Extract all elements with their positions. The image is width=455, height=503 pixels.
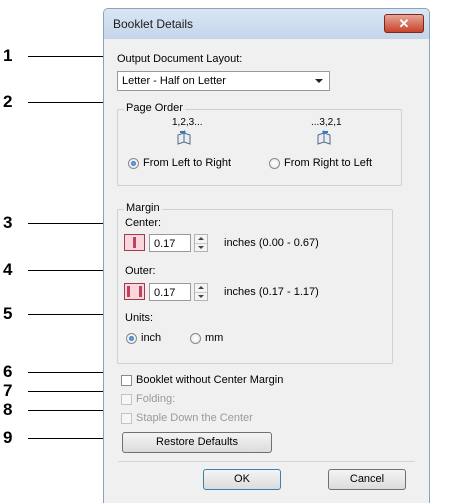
divider <box>118 461 415 462</box>
staple-label: Staple Down the Center <box>136 412 253 424</box>
booklet-no-center-margin-checkbox[interactable] <box>121 375 132 386</box>
unit-mm-radio[interactable] <box>190 333 201 344</box>
close-button[interactable]: ✕ <box>384 14 424 33</box>
callout-5: 5 <box>3 304 13 323</box>
callout-8: 8 <box>3 400 13 419</box>
page-order-legend: Page Order <box>124 102 185 114</box>
rtl-label[interactable]: From Right to Left <box>284 157 372 169</box>
outer-margin-value: 0.17 <box>154 287 176 299</box>
folding-label: Folding: <box>136 393 176 405</box>
callout-4: 4 <box>3 260 13 279</box>
center-margin-icon <box>124 234 145 251</box>
callout-3: 3 <box>3 213 13 232</box>
callout-7: 7 <box>3 381 13 400</box>
folding-checkbox[interactable] <box>121 394 132 405</box>
dialog-body: Output Document Layout: Letter - Half on… <box>108 39 425 503</box>
units-label: Units: <box>125 312 154 324</box>
ltr-label[interactable]: From Left to Right <box>143 157 231 169</box>
ltr-radio[interactable] <box>128 158 139 169</box>
ok-button[interactable]: OK <box>203 469 281 490</box>
center-label: Center: <box>125 217 162 229</box>
unit-inch-label[interactable]: inch <box>141 332 161 344</box>
callout-9: 9 <box>3 428 13 447</box>
ltr-caption: 1,2,3... <box>172 117 203 128</box>
rtl-radio[interactable] <box>269 158 280 169</box>
outer-margin-input[interactable]: 0.17 <box>149 283 191 301</box>
output-layout-select[interactable]: Letter - Half on Letter <box>117 71 330 91</box>
center-margin-input[interactable]: 0.17 <box>149 234 191 252</box>
title-bar[interactable]: Booklet Details ✕ <box>104 9 429 39</box>
center-range-label: inches (0.00 - 0.67) <box>224 237 319 249</box>
callout-line-6 <box>28 372 113 373</box>
booklet-no-center-margin-label[interactable]: Booklet without Center Margin <box>136 374 283 386</box>
margin-legend: Margin <box>124 202 162 214</box>
unit-mm-label[interactable]: mm <box>205 332 223 344</box>
staple-checkbox[interactable] <box>121 413 132 424</box>
center-margin-spinner[interactable] <box>194 234 208 252</box>
callout-line-8 <box>28 410 113 411</box>
margin-group: Margin Center: 0.17 inches (0.00 - 0.67)… <box>117 202 393 364</box>
outer-label: Outer: <box>125 265 156 277</box>
callout-line-1 <box>28 56 115 57</box>
center-margin-value: 0.17 <box>154 238 176 250</box>
callout-line-7 <box>28 391 113 392</box>
dialog-title: Booklet Details <box>113 17 194 31</box>
output-layout-label: Output Document Layout: <box>117 53 243 65</box>
booklet-details-dialog: Booklet Details ✕ Output Document Layout… <box>103 8 430 503</box>
outer-margin-icon <box>124 283 145 300</box>
unit-inch-radio[interactable] <box>126 333 137 344</box>
restore-defaults-button[interactable]: Restore Defaults <box>122 432 272 453</box>
book-rtl-icon <box>317 130 331 145</box>
rtl-caption: ...3,2,1 <box>311 117 342 128</box>
output-layout-value: Letter - Half on Letter <box>122 75 226 87</box>
outer-range-label: inches (0.17 - 1.17) <box>224 286 319 298</box>
callout-6: 6 <box>3 362 13 381</box>
callout-1: 1 <box>3 46 13 65</box>
outer-margin-spinner[interactable] <box>194 283 208 301</box>
page-order-group: Page Order 1,2,3... ...3,2,1 From Left t… <box>117 102 402 186</box>
callout-2: 2 <box>3 92 13 111</box>
close-icon: ✕ <box>398 16 410 31</box>
cancel-button[interactable]: Cancel <box>328 469 406 490</box>
chevron-down-icon <box>315 79 323 83</box>
book-ltr-icon <box>177 130 191 145</box>
